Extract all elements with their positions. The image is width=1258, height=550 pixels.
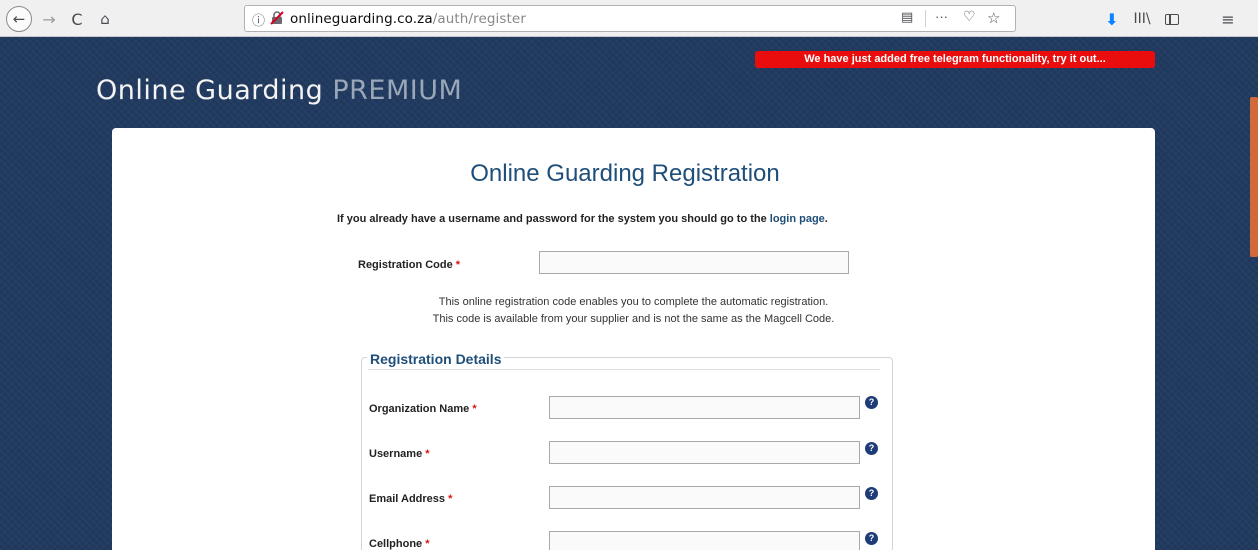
download-icon: ⬇: [1105, 9, 1119, 29]
organization-name-label-text: Organization Name: [369, 403, 470, 415]
registration-details-legend: Registration Details: [367, 351, 505, 367]
registration-code-label-text: Registration Code: [358, 259, 453, 271]
home-icon: ⌂: [100, 10, 110, 28]
url-separator: [925, 10, 926, 27]
page-content: We have just added free telegram functio…: [0, 37, 1258, 550]
url-path: /auth/register: [432, 11, 526, 27]
required-marker: *: [425, 538, 430, 550]
login-page-link[interactable]: login page: [770, 213, 825, 225]
login-note: If you already have a username and passw…: [337, 213, 828, 225]
email-address-help-icon[interactable]: ?: [865, 487, 878, 500]
url-domain: onlineguarding.co.za: [290, 11, 433, 27]
required-marker: *: [455, 259, 461, 271]
library-icon: III\: [1133, 11, 1151, 27]
registration-code-label: Registration Code *: [358, 259, 460, 271]
logo-premium-text: PREMIUM: [332, 75, 463, 106]
insecure-lock-icon[interactable]: [270, 11, 284, 25]
page-title: Online Guarding Registration: [470, 160, 780, 187]
registration-code-input[interactable]: [539, 251, 849, 274]
menu-button[interactable]: ≡: [1216, 8, 1240, 30]
code-description-line-1: This online registration code enables yo…: [438, 296, 829, 308]
reload-button[interactable]: C: [66, 8, 88, 30]
announcement-banner[interactable]: We have just added free telegram functio…: [755, 51, 1155, 68]
username-input[interactable]: [549, 441, 860, 464]
cellphone-label: Cellphone *: [369, 538, 430, 550]
required-marker: *: [425, 448, 430, 460]
site-info-icon[interactable]: ⓘ: [252, 10, 265, 29]
cellphone-input[interactable]: [549, 531, 860, 550]
reload-icon: C: [71, 9, 83, 29]
required-marker: *: [472, 403, 477, 415]
logo-main-text: Online Guarding: [96, 75, 324, 106]
bookmark-star-icon[interactable]: ☆: [987, 9, 1000, 27]
forward-button[interactable]: →: [38, 8, 60, 30]
required-marker: *: [448, 493, 453, 505]
back-button[interactable]: ←: [6, 6, 32, 32]
email-address-label-text: Email Address: [369, 493, 446, 505]
page-actions-icon[interactable]: ···: [935, 9, 948, 24]
organization-name-help-icon[interactable]: ?: [865, 396, 878, 409]
login-note-text: If you already have a username and passw…: [337, 213, 767, 225]
code-description-line-2: This code is available from your supplie…: [432, 313, 835, 325]
hamburger-menu-icon: ≡: [1221, 9, 1235, 29]
address-bar[interactable]: ⓘ onlineguarding.co.za/auth/register ▤ ·…: [244, 5, 1016, 32]
username-help-icon[interactable]: ?: [865, 442, 878, 455]
reader-view-icon[interactable]: ▤: [901, 10, 913, 25]
legend-divider: [368, 369, 880, 370]
email-address-input[interactable]: [549, 486, 860, 509]
organization-name-label: Organization Name *: [369, 403, 477, 415]
page-scrollbar[interactable]: [1250, 97, 1258, 257]
cellphone-label-text: Cellphone: [369, 538, 423, 550]
organization-name-input[interactable]: [549, 396, 860, 419]
username-label-text: Username: [369, 448, 423, 460]
site-logo[interactable]: Online Guarding PREMIUM: [96, 75, 462, 106]
username-label: Username *: [369, 448, 430, 460]
sidebar-button[interactable]: [1160, 8, 1184, 30]
registration-card: Online Guarding Registration If you alre…: [112, 128, 1155, 550]
cellphone-help-icon[interactable]: ?: [865, 532, 878, 545]
url-text[interactable]: onlineguarding.co.za/auth/register: [290, 11, 526, 27]
login-note-suffix: .: [824, 213, 828, 225]
library-button[interactable]: III\: [1130, 8, 1154, 30]
browser-toolbar: ← → C ⌂ ⓘ onlineguarding.co.za/auth/regi…: [0, 0, 1258, 37]
pocket-icon[interactable]: ♡: [963, 9, 976, 25]
downloads-button[interactable]: ⬇: [1101, 8, 1123, 30]
sidebar-icon: [1165, 13, 1179, 25]
email-address-label: Email Address *: [369, 493, 452, 505]
back-arrow-icon: ←: [12, 10, 26, 28]
forward-arrow-icon: →: [42, 9, 56, 29]
home-button[interactable]: ⌂: [94, 8, 116, 30]
